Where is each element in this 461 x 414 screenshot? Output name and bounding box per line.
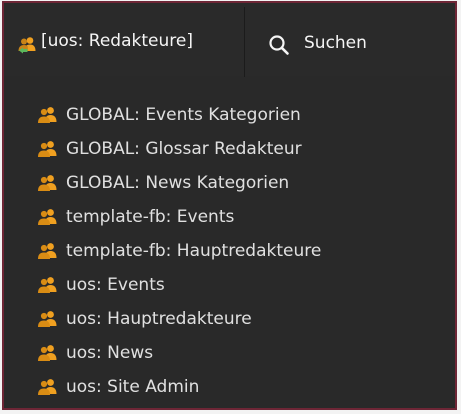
group-item-label: uos: Events xyxy=(66,275,165,295)
group-switcher-panel: [uos: Redakteure] Suchen GLOBAL: Events … xyxy=(2,1,457,410)
current-group-label: [uos: Redakteure] xyxy=(41,31,193,51)
group-list-item[interactable]: GLOBAL: Events Kategorien xyxy=(4,99,455,133)
current-group-dropdown[interactable]: [uos: Redakteure] xyxy=(4,3,242,76)
group-item-label: GLOBAL: Events Kategorien xyxy=(66,105,301,125)
group-item-label: uos: Site Admin xyxy=(66,377,200,397)
group-list-item[interactable]: GLOBAL: News Kategorien xyxy=(4,167,455,201)
search-icon xyxy=(268,34,290,56)
user-group-icon xyxy=(36,275,58,295)
search-label: Suchen xyxy=(304,33,367,53)
group-item-label: template-fb: Events xyxy=(66,207,235,227)
header-divider xyxy=(244,7,245,77)
group-item-label: uos: Hauptredakteure xyxy=(66,309,252,329)
group-item-label: template-fb: Hauptredakteure xyxy=(66,241,322,261)
user-group-icon xyxy=(36,105,58,125)
search-button[interactable]: Suchen xyxy=(260,25,390,61)
user-group-icon xyxy=(36,241,58,261)
group-list: GLOBAL: Events Kategorien GLOBAL: Glossa… xyxy=(4,99,455,405)
group-list-item[interactable]: uos: Site Admin xyxy=(4,371,455,405)
user-group-icon xyxy=(36,343,58,363)
user-group-icon xyxy=(36,139,58,159)
group-item-label: GLOBAL: Glossar Redakteur xyxy=(66,139,302,159)
group-list-item[interactable]: GLOBAL: Glossar Redakteur xyxy=(4,133,455,167)
group-list-item[interactable]: template-fb: Events xyxy=(4,201,455,235)
group-list-item[interactable]: uos: News xyxy=(4,337,455,371)
user-group-icon xyxy=(36,377,58,397)
user-group-icon xyxy=(36,309,58,329)
users-switch-icon xyxy=(17,35,37,55)
user-group-icon xyxy=(36,173,58,193)
group-list-item[interactable]: template-fb: Hauptredakteure xyxy=(4,235,455,269)
group-item-label: GLOBAL: News Kategorien xyxy=(66,173,290,193)
group-list-item[interactable]: uos: Hauptredakteure xyxy=(4,303,455,337)
user-group-icon xyxy=(36,207,58,227)
group-item-label: uos: News xyxy=(66,343,154,363)
group-list-item[interactable]: uos: Events xyxy=(4,269,455,303)
top-bar: [uos: Redakteure] Suchen xyxy=(4,3,455,77)
